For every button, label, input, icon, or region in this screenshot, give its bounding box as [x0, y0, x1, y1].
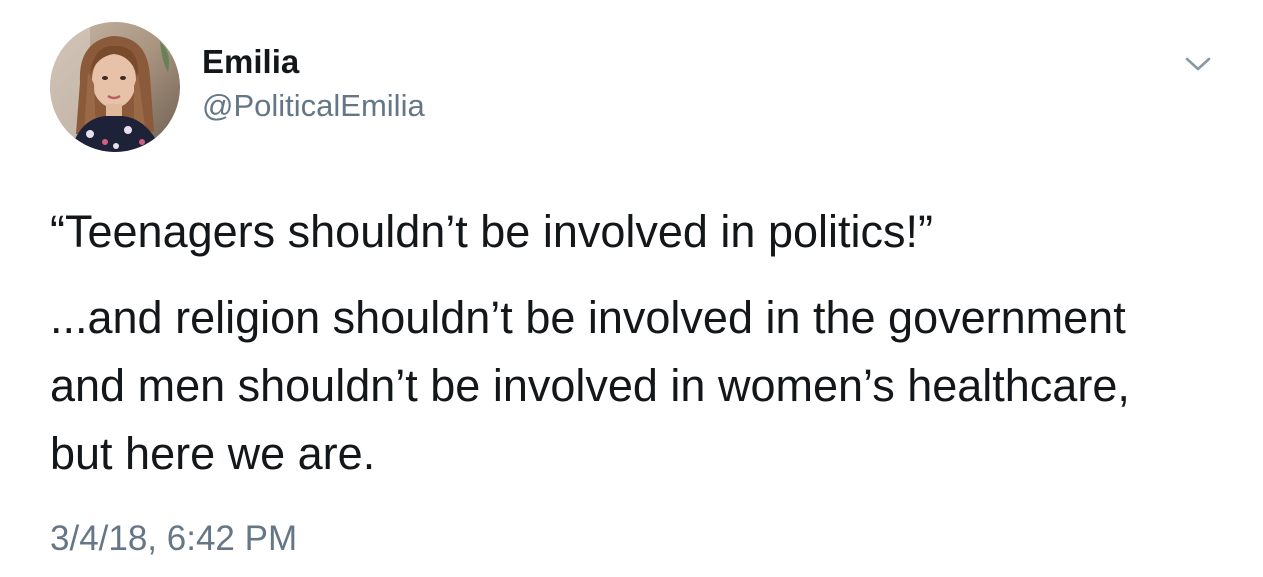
tweet-body-line: ...and religion shouldn’t be involved in…	[50, 292, 1126, 343]
tweet-body-line: but here we are.	[50, 428, 376, 479]
tweet-timestamp[interactable]: 3/4/18, 6:42 PM	[50, 517, 297, 561]
tweet-body: ...and religion shouldn’t be involved in…	[50, 284, 1130, 488]
tweet-body-line: and men shouldn’t be involved in women’s…	[50, 360, 1130, 411]
avatar[interactable]	[50, 22, 180, 152]
avatar-photo	[50, 22, 180, 152]
display-name[interactable]: Emilia	[202, 42, 299, 82]
tweet-quote-line: “Teenagers shouldn’t be involved in poli…	[50, 206, 933, 257]
user-handle[interactable]: @PoliticalEmilia	[202, 86, 425, 126]
chevron-down-icon[interactable]	[1184, 54, 1212, 74]
